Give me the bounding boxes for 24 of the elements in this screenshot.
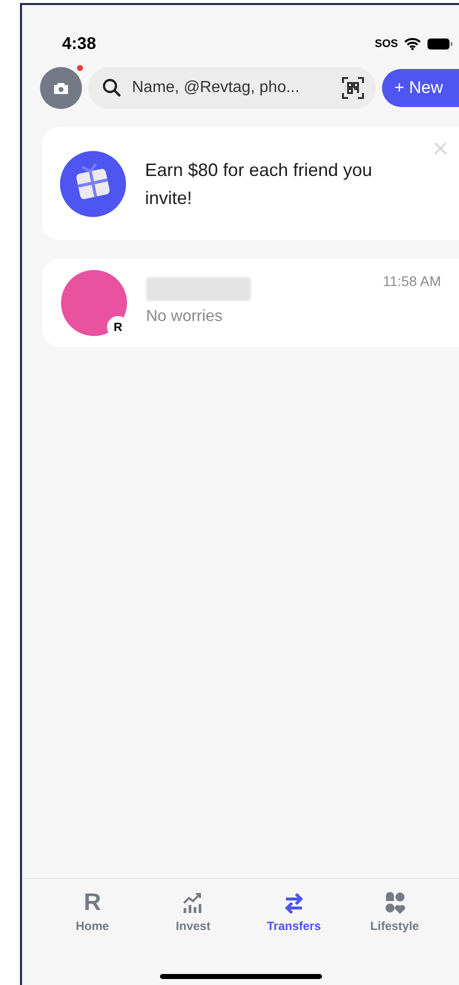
search-bar[interactable]: Name, @Revtag, pho... [88, 67, 376, 109]
camera-icon [53, 82, 69, 94]
chat-row[interactable]: R No worries 11:58 AM [42, 259, 459, 347]
tab[interactable]: Lifestyle [360, 891, 430, 935]
gift-icon [60, 150, 126, 216]
tab[interactable]: Transfers [258, 891, 329, 935]
promo-text: Earn $80 for each friend you invite! [145, 158, 374, 210]
status-time: 4:38 [62, 33, 96, 56]
message-time: 11:58 AM [382, 272, 441, 291]
tab[interactable]: Invest [158, 891, 228, 935]
camera-button[interactable] [40, 67, 82, 109]
arrows-icon [282, 891, 305, 915]
shapes-icon [384, 891, 406, 915]
new-button[interactable]: + New [382, 69, 459, 107]
search-field[interactable]: Name, @Revtag, pho... [132, 76, 332, 100]
qr-scan-icon[interactable] [342, 77, 364, 99]
battery-icon [427, 38, 453, 50]
chart-icon [182, 891, 204, 915]
search-icon [102, 78, 122, 98]
wifi-icon [404, 38, 421, 50]
logo-icon: R [84, 891, 102, 915]
tab[interactable]: R Home [57, 891, 128, 935]
message-preview: No worries [146, 307, 224, 327]
sos-indicator: SOS [374, 36, 398, 52]
